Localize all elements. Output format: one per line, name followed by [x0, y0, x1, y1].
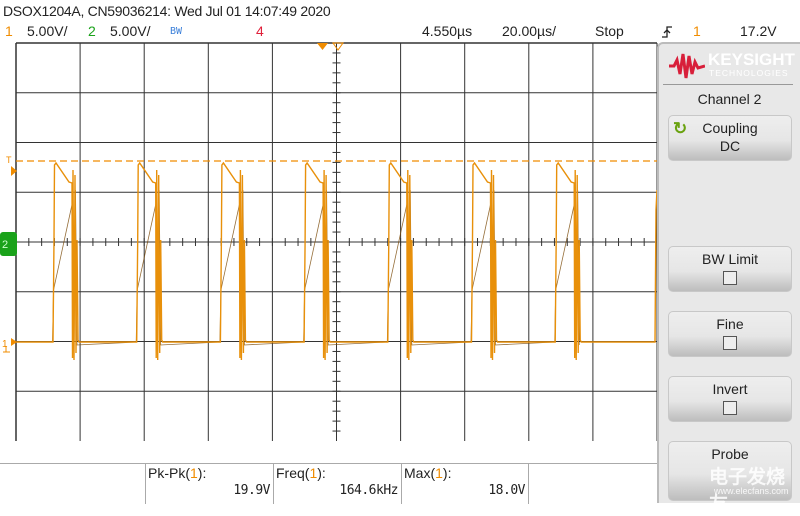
horizontal-delay[interactable]: 4.550µs: [422, 23, 472, 39]
panel-title: Channel 2: [697, 91, 762, 107]
pkpk-value: 19.9V: [233, 483, 270, 498]
ch1-trace-persistence: [52, 189, 580, 356]
max-label: Max(1):: [404, 465, 452, 481]
ch2-ground-marker[interactable]: 2: [0, 232, 17, 256]
panel-divider: [663, 84, 793, 85]
softkey-panel: KEYSIGHT TECHNOLOGIES Channel 2 ↻ Coupli…: [657, 42, 800, 515]
probe-label: Probe: [711, 446, 749, 462]
trigger-level[interactable]: 17.2V: [740, 23, 777, 39]
brand-sub: TECHNOLOGIES: [709, 68, 789, 78]
coupling-label: Coupling: [702, 120, 758, 136]
measurement-bar: Pk-Pk(1): 19.9V Freq(1): 164.6kHz Max(1)…: [0, 463, 657, 504]
pkpk-label: Pk-Pk(1):: [148, 465, 207, 481]
invert-button[interactable]: Invert: [668, 376, 792, 422]
ch2-scale[interactable]: 5.00V/: [110, 23, 150, 39]
window-title: DSOX1204A, CN59036214: Wed Jul 01 14:07:…: [3, 3, 331, 19]
svg-text:1: 1: [2, 339, 8, 350]
watermark-url: www.elecfans.com: [714, 486, 789, 496]
trigger-position-marker[interactable]: [317, 43, 328, 50]
fine-label: Fine: [716, 316, 744, 332]
waveform-display[interactable]: T 2 1: [0, 40, 660, 465]
invert-checkbox[interactable]: [723, 401, 737, 415]
bw-limit-checkbox[interactable]: [723, 271, 737, 285]
timebase-scale[interactable]: 20.00µs/: [502, 23, 556, 39]
delay-marker: [332, 42, 344, 51]
coupling-button[interactable]: ↻ Coupling DC: [668, 115, 792, 161]
trigger-source[interactable]: 1: [693, 23, 701, 39]
measurement-freq[interactable]: Freq(1): 164.6kHz: [273, 464, 401, 504]
graticule: [15, 42, 658, 441]
ch1-ground-marker[interactable]: 1: [2, 338, 17, 353]
fine-checkbox[interactable]: [723, 336, 737, 350]
measurement-max[interactable]: Max(1): 18.0V: [401, 464, 529, 504]
ch2-label[interactable]: 2: [88, 23, 96, 39]
ch1-label[interactable]: 1: [5, 23, 13, 39]
ch4-label[interactable]: 4: [256, 23, 264, 39]
ch1-scale[interactable]: 5.00V/: [27, 23, 67, 39]
bw-limit-button[interactable]: BW Limit: [668, 246, 792, 292]
fine-button[interactable]: Fine: [668, 311, 792, 357]
invert-label: Invert: [712, 381, 748, 397]
freq-value: 164.6kHz: [339, 483, 398, 498]
max-value: 18.0V: [488, 483, 525, 498]
brand-name: KEYSIGHT: [708, 50, 795, 69]
bw-limit-label: BW Limit: [702, 251, 758, 267]
freq-label: Freq(1):: [276, 465, 326, 481]
coupling-value: DC: [719, 138, 741, 154]
svg-text:2: 2: [2, 239, 8, 251]
cycle-icon: ↻: [673, 119, 688, 138]
svg-text:T: T: [6, 155, 12, 165]
run-state[interactable]: Stop: [595, 23, 624, 39]
measurement-pkpk[interactable]: Pk-Pk(1): 19.9V: [145, 464, 273, 504]
keysight-logo: [669, 52, 706, 85]
rising-edge-icon: [662, 26, 672, 38]
bw-limit-indicator: BW: [170, 26, 183, 37]
